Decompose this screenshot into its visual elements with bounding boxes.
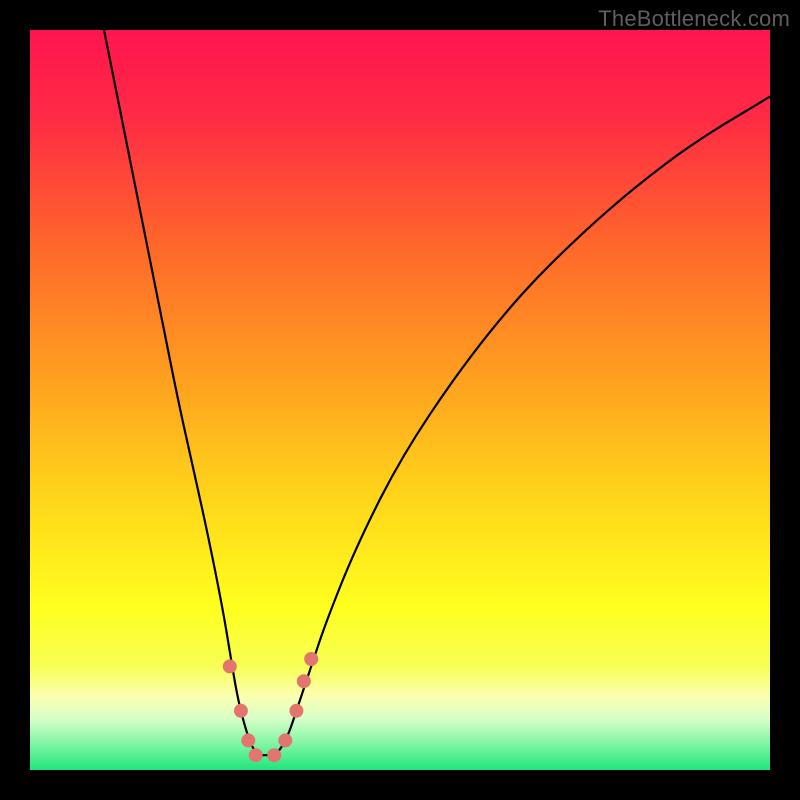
curve-marker	[234, 704, 248, 718]
curve-marker	[267, 748, 281, 762]
curve-marker	[223, 659, 237, 673]
curve-marker	[241, 733, 255, 747]
chart-frame	[30, 30, 770, 770]
curve-marker	[297, 674, 311, 688]
curve-marker	[289, 704, 303, 718]
curve-marker	[304, 652, 318, 666]
curve-marker	[249, 748, 263, 762]
curve-markers	[30, 30, 770, 770]
watermark-text: TheBottleneck.com	[598, 6, 790, 32]
curve-marker	[278, 733, 292, 747]
plot-area	[30, 30, 770, 770]
